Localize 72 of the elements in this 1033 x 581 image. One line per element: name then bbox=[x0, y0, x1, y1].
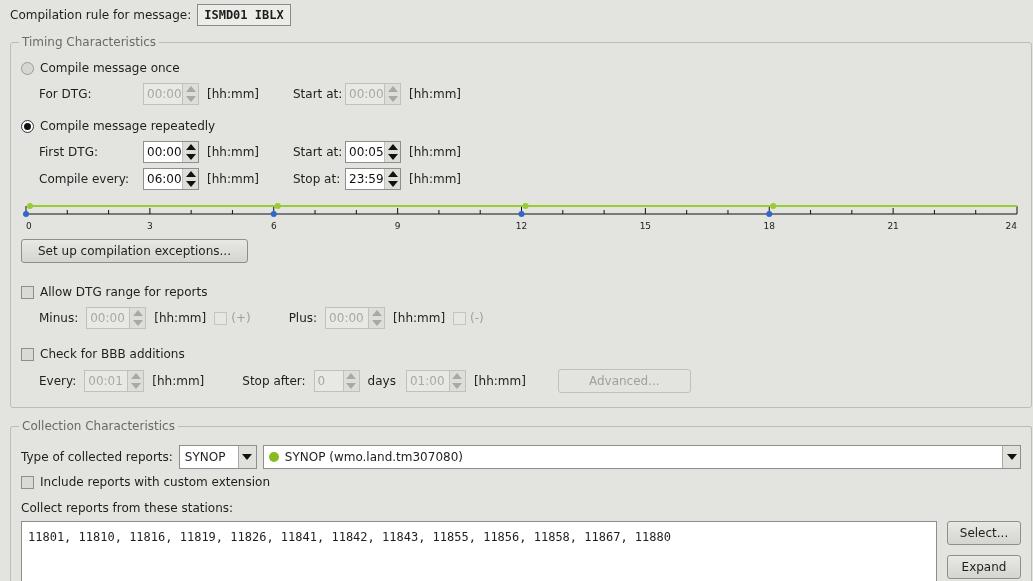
field-label: Plus: bbox=[288, 311, 318, 325]
side-button[interactable]: Expand bbox=[947, 555, 1021, 579]
checkbox[interactable] bbox=[21, 347, 34, 361]
section-title: Timing Characteristics bbox=[19, 35, 160, 49]
down-arrow-icon[interactable] bbox=[185, 154, 196, 160]
unit-label: days bbox=[367, 374, 396, 388]
unit-label: [hh:mm] bbox=[409, 87, 461, 101]
tick-label: 3 bbox=[147, 221, 153, 231]
time-spinbox[interactable]: 00:05 bbox=[345, 141, 401, 163]
field-label: Start at: bbox=[293, 87, 341, 101]
down-arrow-icon[interactable] bbox=[242, 454, 253, 460]
down-arrow-icon[interactable] bbox=[387, 181, 398, 187]
field-label: First DTG: bbox=[39, 145, 99, 159]
unit-label: [hh:mm] bbox=[154, 311, 207, 325]
up-arrow-icon[interactable] bbox=[185, 144, 196, 150]
tick-label: 9 bbox=[394, 221, 401, 231]
checkbox[interactable] bbox=[21, 475, 34, 489]
time-spinbox[interactable]: 00:00 bbox=[143, 141, 199, 163]
unit-label: [hh:mm] bbox=[152, 374, 205, 388]
field-label: Every: bbox=[39, 374, 77, 388]
schedule-point bbox=[274, 203, 281, 209]
field-label: For DTG: bbox=[39, 87, 93, 101]
field-label: Minus: bbox=[39, 311, 79, 325]
exceptions-button[interactable]: Set up compilation exceptions... bbox=[21, 239, 248, 263]
field-label: Start at: bbox=[293, 145, 341, 159]
time-spinbox[interactable]: 06:00 bbox=[143, 168, 199, 190]
field-label: Collect reports from these stations: bbox=[21, 501, 234, 515]
unit-label: [hh:mm] bbox=[393, 311, 446, 325]
template-dropdown[interactable]: SYNOP (wmo.land.tm307080) bbox=[262, 445, 1021, 469]
unit-label: [hh:mm] bbox=[207, 172, 259, 186]
field-label: Type of collected reports: bbox=[21, 450, 173, 464]
checkbox-label: Allow DTG range for reports bbox=[40, 285, 208, 299]
tick-label: 21 bbox=[887, 221, 899, 231]
checkbox[interactable] bbox=[21, 285, 34, 299]
field-label: Stop at: bbox=[293, 172, 341, 186]
field-label: Stop after: bbox=[242, 374, 306, 388]
checkbox-label: (-) bbox=[470, 311, 484, 325]
schedule-point bbox=[27, 203, 33, 209]
up-arrow-icon[interactable] bbox=[387, 171, 398, 177]
tick-label: 12 bbox=[515, 221, 528, 231]
down-arrow-icon[interactable] bbox=[1006, 454, 1017, 460]
unit-label: [hh:mm] bbox=[409, 145, 461, 159]
tick-label: 0 bbox=[26, 221, 32, 231]
checkbox-label: Include reports with custom extension bbox=[40, 475, 270, 489]
unit-label: [hh:mm] bbox=[207, 87, 259, 101]
tick-label: 15 bbox=[639, 221, 652, 231]
message-id: ISMD01 IBLX bbox=[197, 4, 291, 26]
down-arrow-icon[interactable] bbox=[185, 181, 196, 187]
section-title: Collection Characteristics bbox=[19, 419, 178, 433]
schedule-point bbox=[522, 203, 529, 209]
unit-label: [hh:mm] bbox=[473, 374, 526, 388]
field-label: Compile every: bbox=[39, 172, 130, 186]
down-arrow-icon[interactable] bbox=[387, 154, 398, 160]
stations-field[interactable]: 11801, 11810, 11816, 11819, 11826, 11841, 11842, 11843, 11855, 11856, 11858, 11867, 11880 bbox=[21, 521, 937, 581]
radio-button[interactable] bbox=[21, 61, 34, 75]
checkbox-label: Check for BBB additions bbox=[40, 347, 185, 361]
up-arrow-icon[interactable] bbox=[387, 144, 398, 150]
radio-label: Compile message repeatedly bbox=[40, 119, 216, 133]
radio-label: Compile message once bbox=[40, 61, 180, 75]
rule-label: Compilation rule for message: bbox=[10, 8, 192, 22]
side-button[interactable]: Select... bbox=[947, 521, 1021, 545]
up-arrow-icon[interactable] bbox=[185, 171, 196, 177]
tick-label: 6 bbox=[270, 221, 277, 231]
time-spinbox[interactable]: 23:59 bbox=[345, 168, 401, 190]
unit-label: [hh:mm] bbox=[409, 172, 461, 186]
tick-label: 24 bbox=[1005, 221, 1017, 231]
tick-label: 18 bbox=[763, 221, 775, 231]
radio-button[interactable] bbox=[21, 119, 34, 133]
checkbox-label: (+) bbox=[231, 311, 251, 325]
schedule-point bbox=[770, 203, 777, 209]
unit-label: [hh:mm] bbox=[207, 145, 259, 159]
report-type-dropdown[interactable]: SYNOP bbox=[178, 445, 257, 469]
